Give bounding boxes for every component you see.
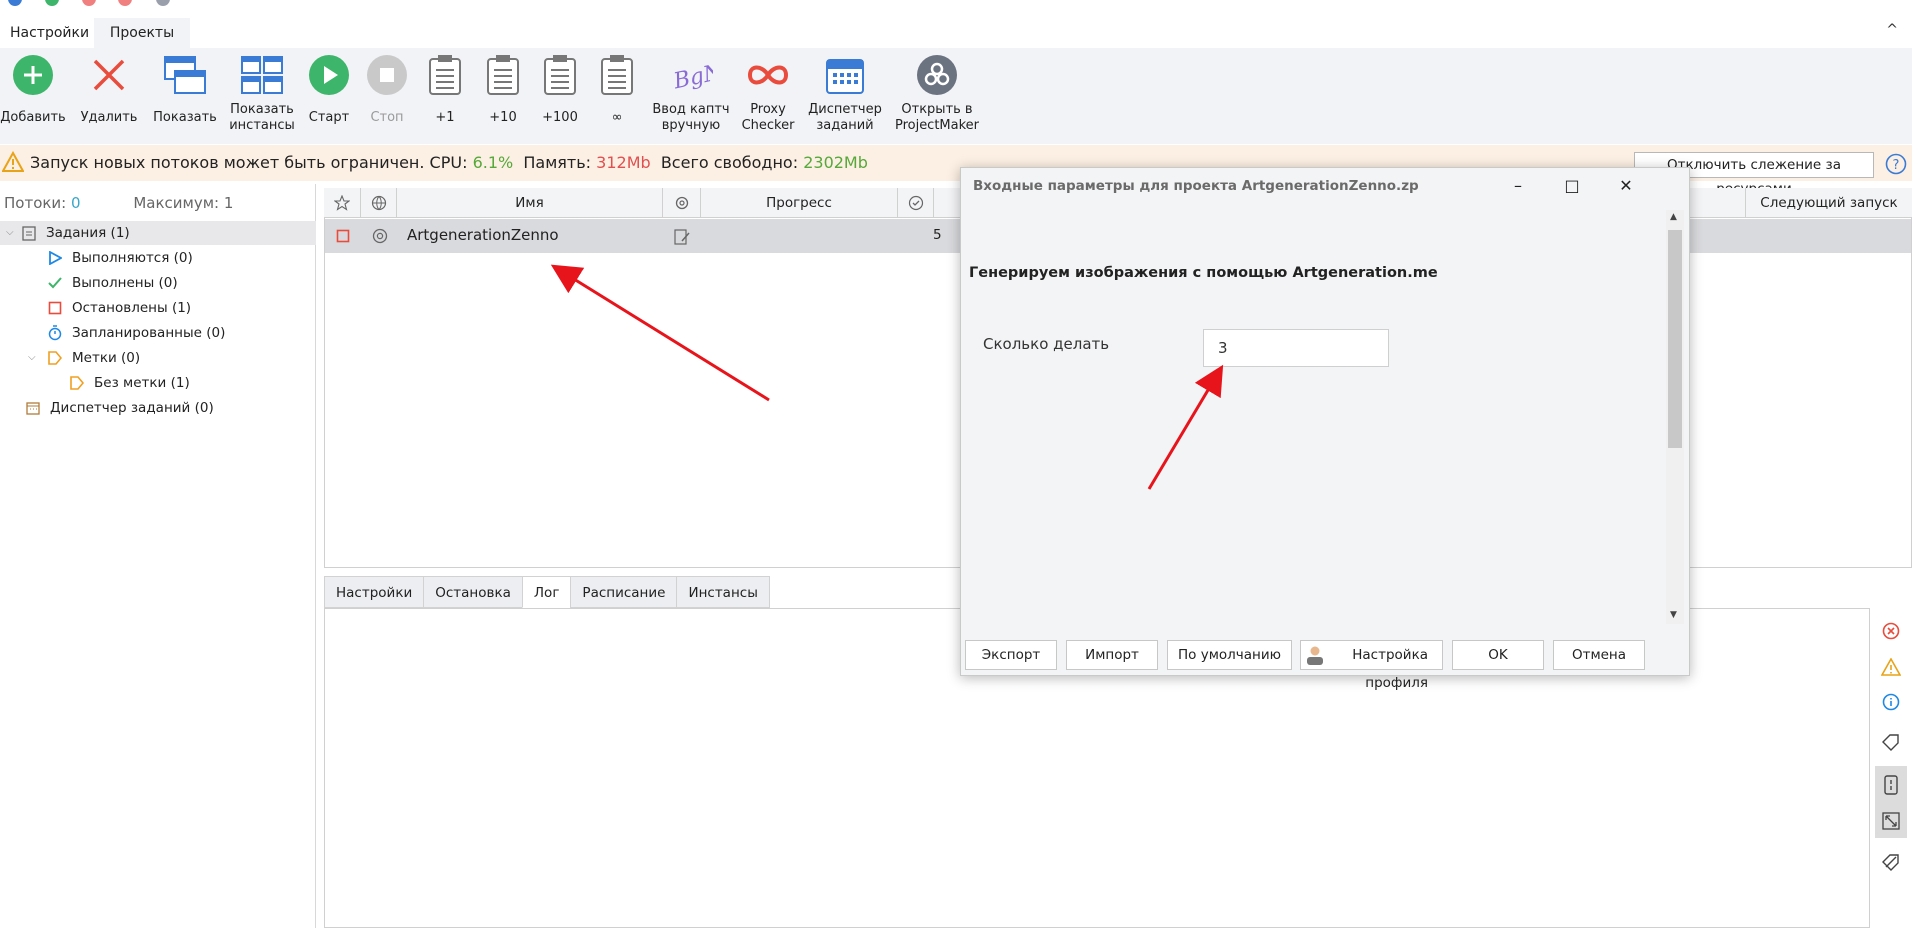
arrow-to-input — [1147, 364, 1224, 490]
annotation-arrows — [550, 264, 1224, 490]
arrow-to-project — [550, 264, 770, 402]
